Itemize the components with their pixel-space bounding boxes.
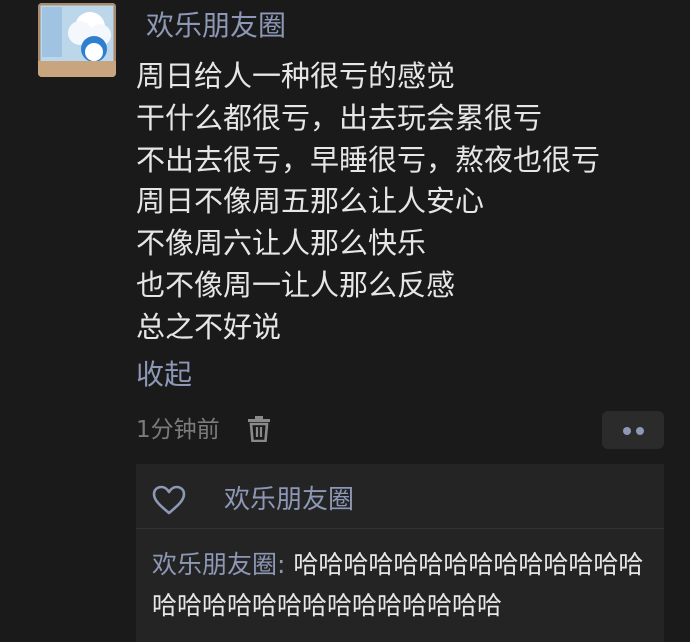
post-text-line: 不出去很亏，早睡很亏，熬夜也很亏 — [136, 142, 601, 177]
post-text-line: 也不像周一让人那么反感 — [136, 267, 456, 302]
post-text-line: 不像周六让人那么快乐 — [136, 226, 427, 261]
interaction-panel: 欢乐朋友圈 欢乐朋友圈: 哈哈哈哈哈哈哈哈哈哈哈哈哈哈哈哈哈哈哈哈哈哈哈哈哈哈哈… — [136, 464, 664, 642]
divider — [136, 528, 664, 529]
trash-icon[interactable] — [247, 416, 271, 443]
post-text-line: 周日给人一种很亏的感觉 — [136, 59, 456, 93]
more-dots-icon — [636, 427, 644, 435]
heart-icon — [152, 485, 186, 515]
avatar-image — [38, 3, 116, 77]
comment-item[interactable]: 欢乐朋友圈: 哈哈哈哈哈哈哈哈哈哈哈哈哈哈哈哈哈哈哈哈哈哈哈哈哈哈哈哈 — [152, 544, 658, 626]
comment-author[interactable]: 欢乐朋友圈 — [152, 550, 277, 579]
post-author-name[interactable]: 欢乐朋友圈 — [146, 6, 286, 46]
post-text-line: 总之不好说 — [136, 309, 282, 344]
liker-name[interactable]: 欢乐朋友圈 — [224, 481, 354, 519]
post-timestamp: 1分钟前 — [136, 417, 220, 443]
post-text-line: 干什么都很亏，出去玩会累很亏 — [136, 100, 543, 135]
collapse-link[interactable]: 收起 — [136, 355, 192, 395]
post-text-line: 周日不像周五那么让人安心 — [136, 184, 485, 219]
more-button[interactable] — [602, 411, 664, 449]
comment-separator: : — [277, 550, 294, 579]
avatar[interactable] — [38, 3, 116, 77]
post-content: 周日给人一种很亏的感觉 干什么都很亏，出去玩会累很亏 不出去很亏，早睡很亏，熬夜… — [136, 56, 600, 349]
more-dots-icon — [623, 427, 631, 435]
